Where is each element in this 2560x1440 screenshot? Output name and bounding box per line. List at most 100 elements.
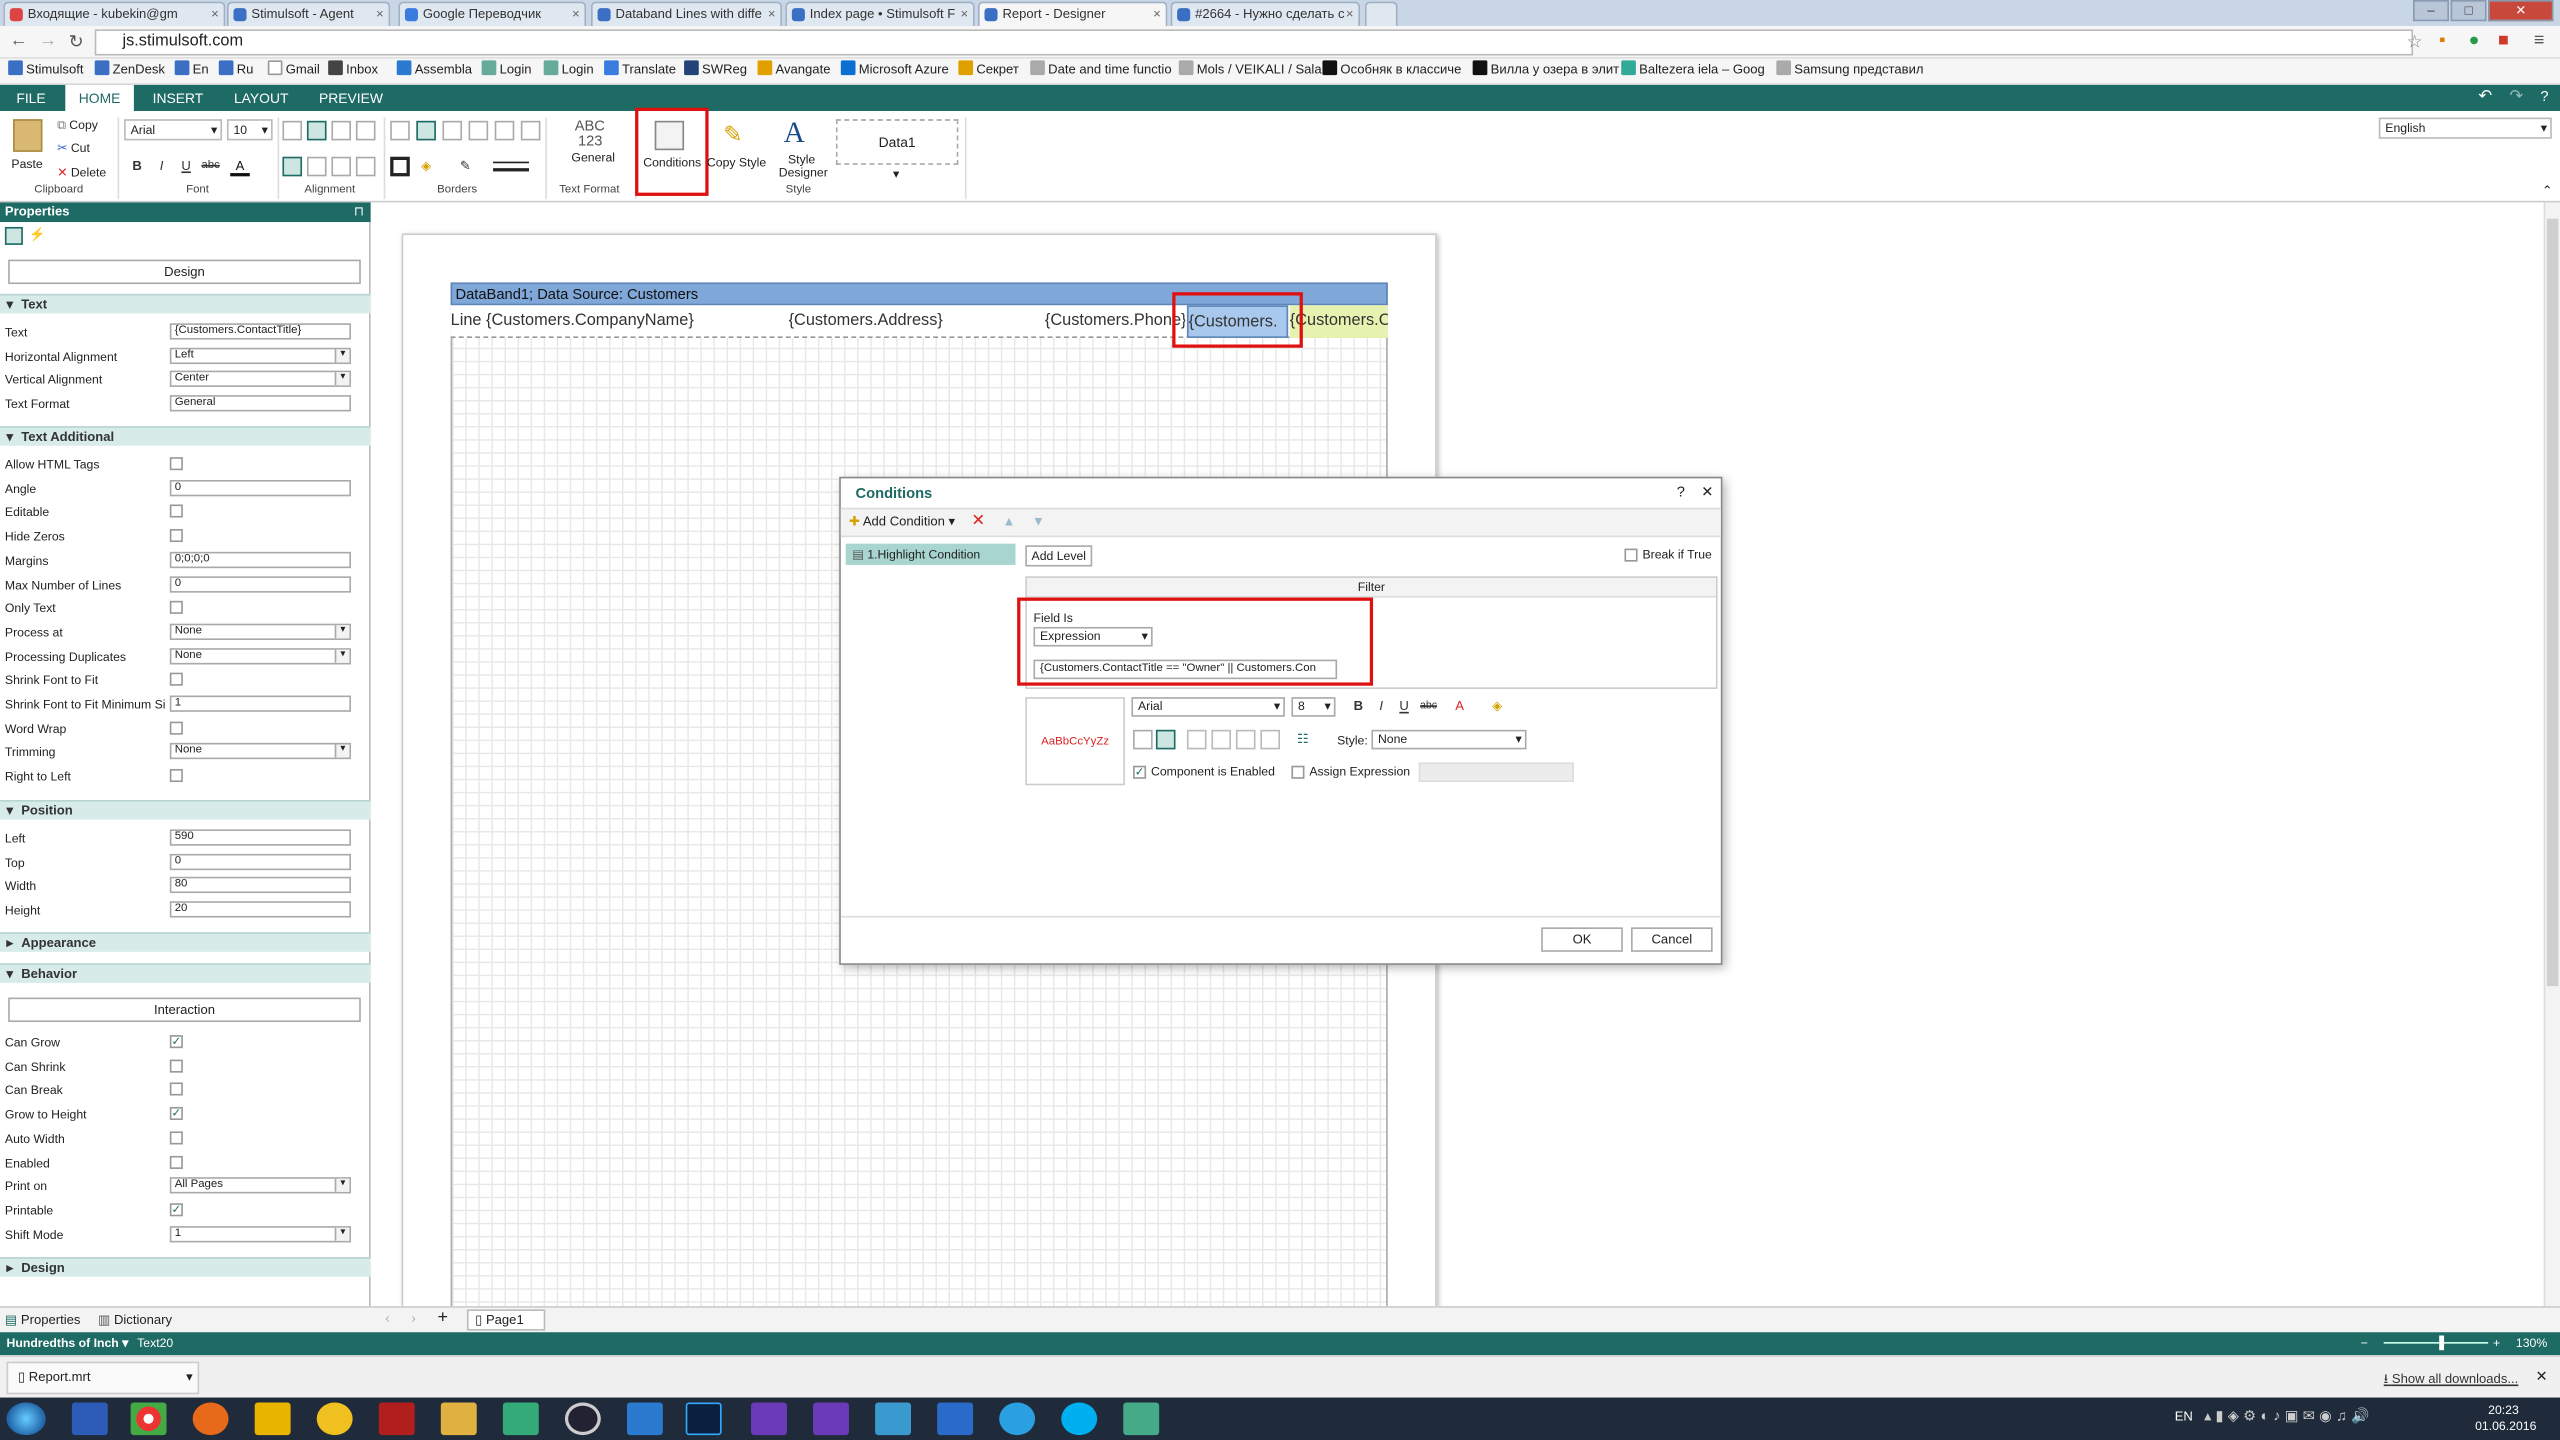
bookmark-item[interactable]: Translate xyxy=(604,59,676,82)
section-position[interactable]: ▾ Position xyxy=(0,799,371,820)
zoom-slider[interactable] xyxy=(2383,1335,2489,1351)
property-value-field[interactable]: 0 xyxy=(169,479,352,496)
language-indicator[interactable]: EN xyxy=(2175,1409,2193,1424)
units-select[interactable]: Hundredths of Inch ▾ xyxy=(7,1332,129,1355)
property-checkbox[interactable] xyxy=(169,601,183,615)
property-checkbox[interactable] xyxy=(169,505,183,519)
cancel-button[interactable]: Cancel xyxy=(1631,927,1713,952)
align-left-icon[interactable] xyxy=(282,156,303,177)
tab-home[interactable]: HOME xyxy=(65,84,134,112)
font-color-button[interactable]: A xyxy=(230,157,250,177)
property-checkbox[interactable] xyxy=(169,529,183,543)
copy-style-icon[interactable]: ✎ xyxy=(723,121,749,150)
help-icon[interactable]: ? xyxy=(2540,88,2548,104)
bookmark-item[interactable]: Mols / VEIKALI / Sala xyxy=(1178,59,1322,82)
close-icon[interactable]: × xyxy=(376,3,384,24)
tab-preview[interactable]: PREVIEW xyxy=(304,85,399,111)
underline-button[interactable]: U xyxy=(176,157,196,177)
italic-button[interactable]: I xyxy=(152,157,172,177)
property-value-field[interactable]: 0 xyxy=(169,575,352,592)
property-value-field[interactable]: {Customers.ContactTitle} xyxy=(169,323,352,340)
font-size-select[interactable]: 10 ▾ xyxy=(226,119,273,141)
align-center-icon[interactable] xyxy=(306,156,327,177)
dialog-style-select[interactable]: None ▾ xyxy=(1371,729,1527,750)
bookmark-item[interactable]: En xyxy=(174,59,209,82)
border-all-icon[interactable] xyxy=(390,120,410,141)
tab-insert[interactable]: INSERT xyxy=(137,85,219,111)
property-checkbox[interactable]: ✓ xyxy=(169,1035,183,1049)
style-designer-button[interactable]: Style Designer xyxy=(779,153,828,179)
taskbar-app-icon[interactable] xyxy=(1123,1402,1160,1436)
property-checkbox[interactable] xyxy=(169,1059,183,1073)
ok-button[interactable]: OK xyxy=(1541,927,1623,952)
telegram-icon[interactable] xyxy=(999,1402,1036,1436)
bookmark-item[interactable]: Login xyxy=(481,59,532,82)
star-icon[interactable]: ☆ xyxy=(2407,31,2423,53)
language-select[interactable]: English ▾ xyxy=(2378,117,2552,139)
component-enabled-checkbox[interactable]: ✓ xyxy=(1133,765,1147,779)
align-justify-icon[interactable] xyxy=(355,156,376,177)
property-value-field[interactable]: None xyxy=(169,647,352,664)
break-if-true-checkbox[interactable] xyxy=(1624,548,1638,562)
text-format-button[interactable]: General xyxy=(571,150,615,165)
text-component[interactable]: Line {Customers.CompanyName} xyxy=(451,305,778,338)
bookmark-item[interactable]: SWReg xyxy=(684,59,747,82)
condition-list-item[interactable]: ▤ 1.Highlight Condition xyxy=(845,543,1016,565)
stimulsoft-icon[interactable] xyxy=(937,1402,974,1436)
sort-icon[interactable]: ⚡ xyxy=(29,227,45,243)
maximize-button[interactable]: □ xyxy=(2450,0,2487,22)
zoom-slider-handle[interactable] xyxy=(2439,1335,2445,1351)
bookmark-item[interactable]: Login xyxy=(543,59,594,82)
property-checkbox[interactable] xyxy=(169,673,183,687)
design-button[interactable]: Design xyxy=(8,259,361,285)
property-value-field[interactable]: 1 xyxy=(169,1225,352,1242)
zoom-in-icon[interactable]: + xyxy=(2493,1332,2500,1355)
dialog-border-all-icon[interactable] xyxy=(1133,729,1153,750)
close-icon[interactable]: × xyxy=(211,3,219,24)
property-checkbox[interactable] xyxy=(169,457,183,471)
forward-icon[interactable]: → xyxy=(39,31,57,51)
remove-condition-icon[interactable]: ✕ xyxy=(971,513,985,531)
taskbar-app-icon[interactable] xyxy=(626,1402,663,1436)
property-checkbox[interactable] xyxy=(169,769,183,783)
copy-style-button[interactable]: Copy Style xyxy=(707,155,766,170)
property-value-field[interactable]: Center xyxy=(169,371,352,388)
photoshop-icon[interactable] xyxy=(685,1402,722,1436)
taskbar-app-icon[interactable] xyxy=(440,1402,477,1436)
grid-view-icon[interactable] xyxy=(4,226,23,245)
bookmark-item[interactable]: Microsoft Azure xyxy=(840,59,949,82)
property-value-field[interactable]: None xyxy=(169,623,352,640)
bookmark-item[interactable]: Ru xyxy=(218,59,253,82)
dialog-fill-color-icon[interactable]: ◈ xyxy=(1487,697,1507,717)
extension-icon[interactable]: ● xyxy=(2469,31,2480,51)
text-component[interactable]: {Customers.C xyxy=(1289,305,1388,338)
bookmark-item[interactable]: Baltezera iela – Goog xyxy=(1621,59,1765,82)
scroll-thumb[interactable] xyxy=(2546,218,2559,987)
property-value-field[interactable]: 590 xyxy=(169,829,352,846)
property-value-field[interactable]: All Pages xyxy=(169,1177,352,1194)
bookmark-item[interactable]: Stimulsoft xyxy=(8,59,83,82)
help-button[interactable]: ? xyxy=(1677,483,1685,499)
bold-button[interactable]: B xyxy=(127,157,147,177)
section-text[interactable]: ▾ Text xyxy=(0,293,371,314)
chrome-icon[interactable] xyxy=(130,1402,167,1436)
taskbar-app-icon[interactable] xyxy=(71,1402,108,1436)
browser-tab[interactable]: Stimulsoft - Agent × xyxy=(226,1,391,27)
vertical-scrollbar[interactable] xyxy=(2543,202,2560,1307)
dialog-border-right-icon[interactable] xyxy=(1235,729,1256,750)
visual-studio-icon[interactable] xyxy=(813,1402,849,1436)
paste-button[interactable]: Paste xyxy=(11,157,42,172)
pin-icon[interactable]: ⊓ xyxy=(354,202,364,222)
new-tab-button[interactable] xyxy=(1364,1,1398,27)
text-component[interactable]: {Customers.Address} xyxy=(789,305,1034,338)
undo-icon[interactable]: ↶ xyxy=(2478,88,2492,106)
section-design[interactable]: ▸ Design xyxy=(0,1257,371,1277)
style-designer-icon[interactable]: A xyxy=(784,116,805,150)
close-icon[interactable]: × xyxy=(572,3,580,24)
browser-tab[interactable]: Google Переводчик × xyxy=(398,1,587,27)
property-value-field[interactable]: 0;0;0;0 xyxy=(169,551,352,568)
delete-button[interactable]: ✕ Delete xyxy=(57,165,106,180)
align-middle-icon[interactable] xyxy=(306,120,327,141)
browser-tab-active[interactable]: Report - Designer × xyxy=(977,1,1168,27)
dialog-border-bottom-icon[interactable] xyxy=(1260,729,1280,750)
